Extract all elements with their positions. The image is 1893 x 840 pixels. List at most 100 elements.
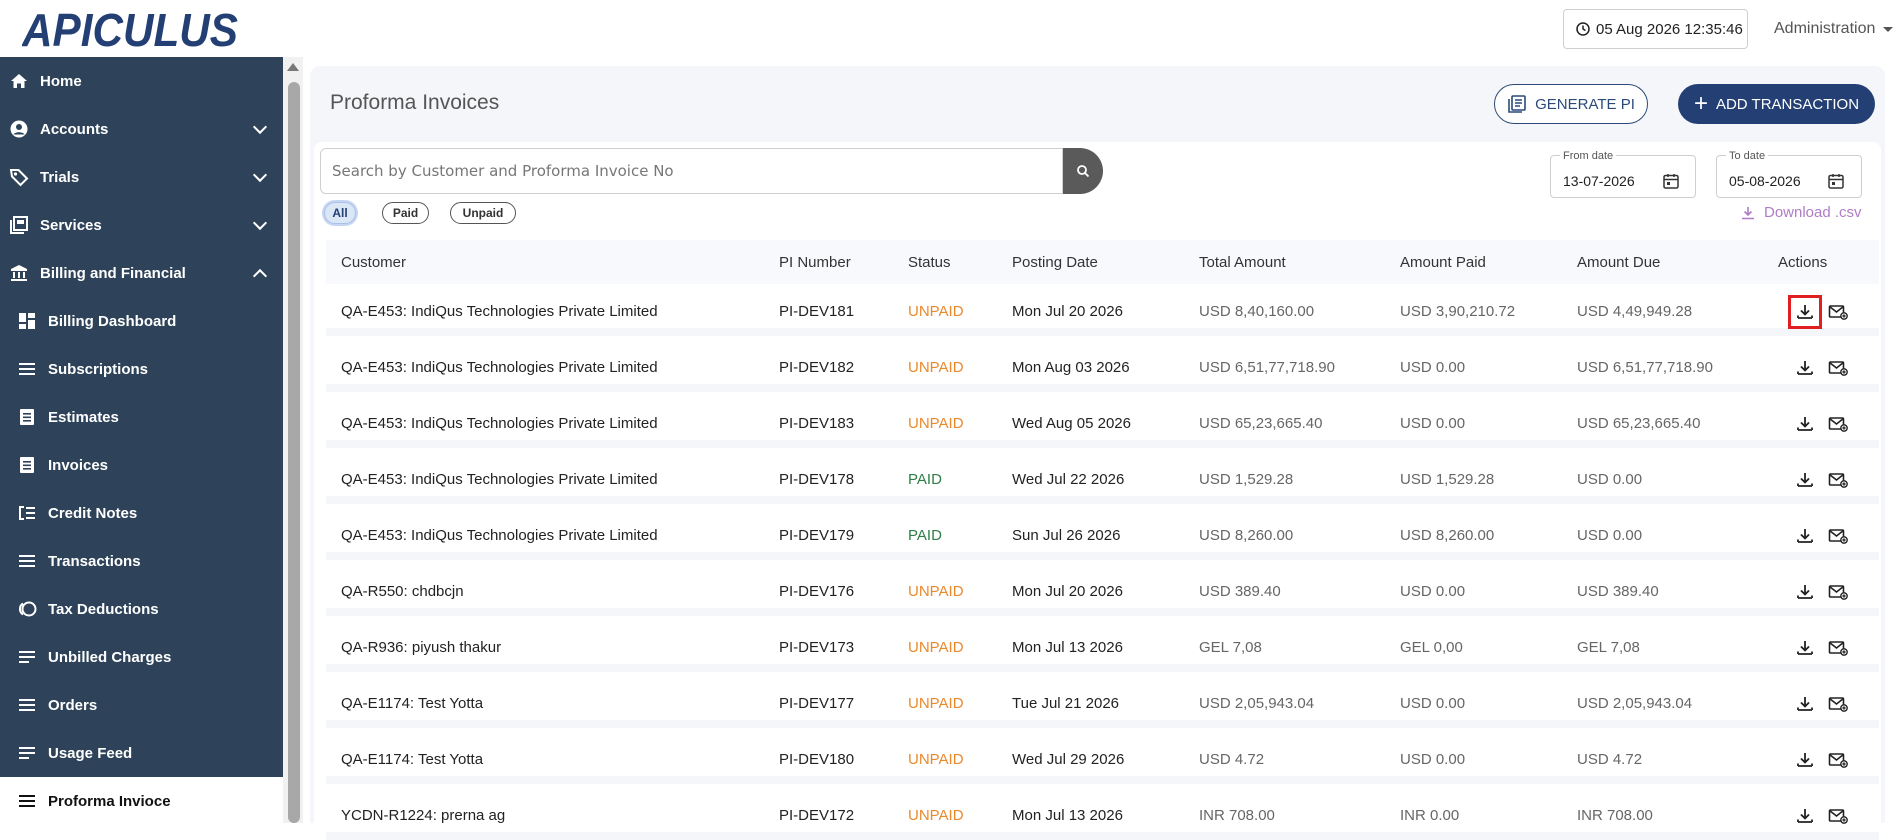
download-pi-icon[interactable] — [1793, 636, 1817, 660]
email-pi-icon[interactable] — [1826, 748, 1850, 772]
customer-cell: QA-E1174: Test Yotta — [341, 695, 484, 712]
column-header-pi-number[interactable]: PI Number — [779, 254, 851, 271]
sidebar-item-home[interactable]: Home — [0, 57, 283, 105]
search-input[interactable] — [320, 148, 1063, 194]
download-pi-icon[interactable] — [1793, 580, 1817, 604]
sidebar-item-subscriptions[interactable]: Subscriptions — [0, 345, 283, 393]
email-pi-icon[interactable] — [1826, 692, 1850, 716]
sidebar-item-estimates[interactable]: Estimates — [0, 393, 283, 441]
status-cell: UNPAID — [908, 583, 964, 600]
sidebar-item-transactions[interactable]: Transactions — [0, 537, 283, 585]
filter-unpaid-chip[interactable]: Unpaid — [450, 202, 516, 224]
posting-date-cell: Mon Jul 20 2026 — [1012, 303, 1123, 320]
download-pi-icon[interactable] — [1793, 692, 1817, 716]
sidebar-item-trials[interactable]: Trials — [0, 153, 283, 201]
pi-number-cell: PI-DEV183 — [779, 415, 855, 432]
column-header-posting-date[interactable]: Posting Date — [1012, 254, 1098, 271]
download-icon — [1742, 206, 1754, 219]
column-header-amount-paid[interactable]: Amount Paid — [1400, 254, 1486, 271]
sidebar-item-label: Accounts — [40, 120, 109, 138]
customer-cell: QA-E1174: Test Yotta — [341, 751, 484, 768]
email-pi-icon[interactable] — [1826, 804, 1850, 828]
column-header-actions[interactable]: Actions — [1778, 254, 1827, 271]
posting-date-cell: Mon Jul 13 2026 — [1012, 807, 1123, 824]
dashboard-icon — [16, 310, 38, 332]
column-header-total-amount[interactable]: Total Amount — [1199, 254, 1286, 271]
list-icon — [16, 694, 38, 716]
pi-number-cell: PI-DEV180 — [779, 751, 855, 768]
amount-due-cell: USD 0.00 — [1577, 527, 1643, 544]
calendar-icon[interactable] — [1662, 172, 1680, 190]
list-icon — [16, 790, 38, 812]
customer-cell: QA-E453: IndiQus Technologies Private Li… — [341, 359, 658, 376]
download-csv-label: Download .csv — [1764, 204, 1862, 221]
document-icon — [16, 454, 38, 476]
sidebar-item-services[interactable]: Services — [0, 201, 283, 249]
column-header-customer[interactable]: Customer — [341, 254, 406, 271]
download-csv-link[interactable]: Download .csv — [1740, 204, 1862, 221]
sidebar-item-credit-notes[interactable]: Credit Notes — [0, 489, 283, 537]
email-pi-icon[interactable] — [1826, 636, 1850, 660]
download-pi-icon[interactable] — [1788, 295, 1822, 329]
column-header-status[interactable]: Status — [908, 254, 951, 271]
pi-number-cell: PI-DEV172 — [779, 807, 855, 824]
posting-date-cell: Mon Aug 03 2026 — [1012, 359, 1130, 376]
chevron-down-icon[interactable] — [252, 215, 268, 231]
email-pi-icon[interactable] — [1826, 356, 1850, 380]
generate-pi-button[interactable]: GENERATE PI — [1494, 84, 1648, 124]
chevron-down-icon[interactable] — [252, 119, 268, 135]
sidebar-item-label: Billing and Financial — [40, 264, 186, 282]
sidebar-item-label: Invoices — [48, 456, 109, 474]
amount-due-cell: USD 4,49,949.28 — [1577, 303, 1693, 320]
email-pi-icon[interactable] — [1826, 300, 1850, 324]
calendar-icon[interactable] — [1827, 172, 1845, 190]
chevron-down-icon[interactable] — [252, 167, 268, 183]
sidebar-item-invoices[interactable]: Invoices — [0, 441, 283, 489]
scrollbar-thumb[interactable] — [288, 82, 300, 823]
sidebar-item-orders[interactable]: Orders — [0, 681, 283, 729]
add-transaction-button[interactable]: + ADD TRANSACTION — [1678, 84, 1875, 124]
sidebar-item-label: Services — [40, 216, 102, 234]
email-pi-icon[interactable] — [1826, 524, 1850, 548]
amount-due-cell: GEL 7,08 — [1577, 639, 1640, 656]
email-pi-icon[interactable] — [1826, 468, 1850, 492]
download-pi-icon[interactable] — [1793, 468, 1817, 492]
pi-number-cell: PI-DEV182 — [779, 359, 855, 376]
sidebar-item-billing-and-financial[interactable]: Billing and Financial — [0, 249, 283, 297]
sidebar-item-billing-dashboard[interactable]: Billing Dashboard — [0, 297, 283, 345]
download-pi-icon[interactable] — [1793, 748, 1817, 772]
add-transaction-label: ADD TRANSACTION — [1715, 95, 1860, 113]
posting-date-cell: Wed Aug 05 2026 — [1012, 415, 1131, 432]
amount-paid-cell: USD 0.00 — [1400, 695, 1466, 712]
sidebar-item-tax-deductions[interactable]: Tax Deductions — [0, 585, 283, 633]
pi-number-cell: PI-DEV176 — [779, 583, 855, 600]
customer-cell: QA-E453: IndiQus Technologies Private Li… — [341, 303, 658, 320]
customer-cell: QA-E453: IndiQus Technologies Private Li… — [341, 527, 658, 544]
filter-paid-chip[interactable]: Paid — [382, 202, 429, 224]
amount-due-cell: USD 4.72 — [1577, 751, 1643, 768]
services-icon — [8, 214, 30, 236]
filter-all-chip[interactable]: All — [324, 202, 356, 224]
download-pi-icon[interactable] — [1793, 524, 1817, 548]
amount-paid-cell: GEL 0,00 — [1400, 639, 1463, 656]
sidebar-item-label: Tax Deductions — [48, 600, 159, 618]
sidebar-item-usage-feed[interactable]: Usage Feed — [0, 729, 283, 777]
apiculus-logo[interactable]: APICULUS — [22, 6, 242, 52]
column-header-amount-due[interactable]: Amount Due — [1577, 254, 1660, 271]
email-pi-icon[interactable] — [1826, 412, 1850, 436]
download-pi-icon[interactable] — [1793, 412, 1817, 436]
amount-paid-cell: INR 0.00 — [1400, 807, 1460, 824]
sidebar-item-unbilled-charges[interactable]: Unbilled Charges — [0, 633, 283, 681]
customer-cell: QA-R936: piyush thakur — [341, 639, 502, 656]
email-pi-icon[interactable] — [1826, 580, 1850, 604]
download-pi-icon[interactable] — [1793, 804, 1817, 828]
download-pi-icon[interactable] — [1793, 356, 1817, 380]
sidebar-item-proforma-invioce[interactable]: Proforma Invioce — [0, 777, 283, 825]
amount-due-cell: USD 0.00 — [1577, 471, 1643, 488]
pi-number-cell: PI-DEV177 — [779, 695, 855, 712]
sidebar-item-accounts[interactable]: Accounts — [0, 105, 283, 153]
user-menu[interactable]: Administration — [1774, 20, 1893, 38]
scroll-up-arrow-icon[interactable] — [287, 63, 299, 71]
chevron-up-icon[interactable] — [252, 268, 268, 284]
sidebar: Home Accounts Trials Services Billing and Fi… — [0, 57, 283, 825]
